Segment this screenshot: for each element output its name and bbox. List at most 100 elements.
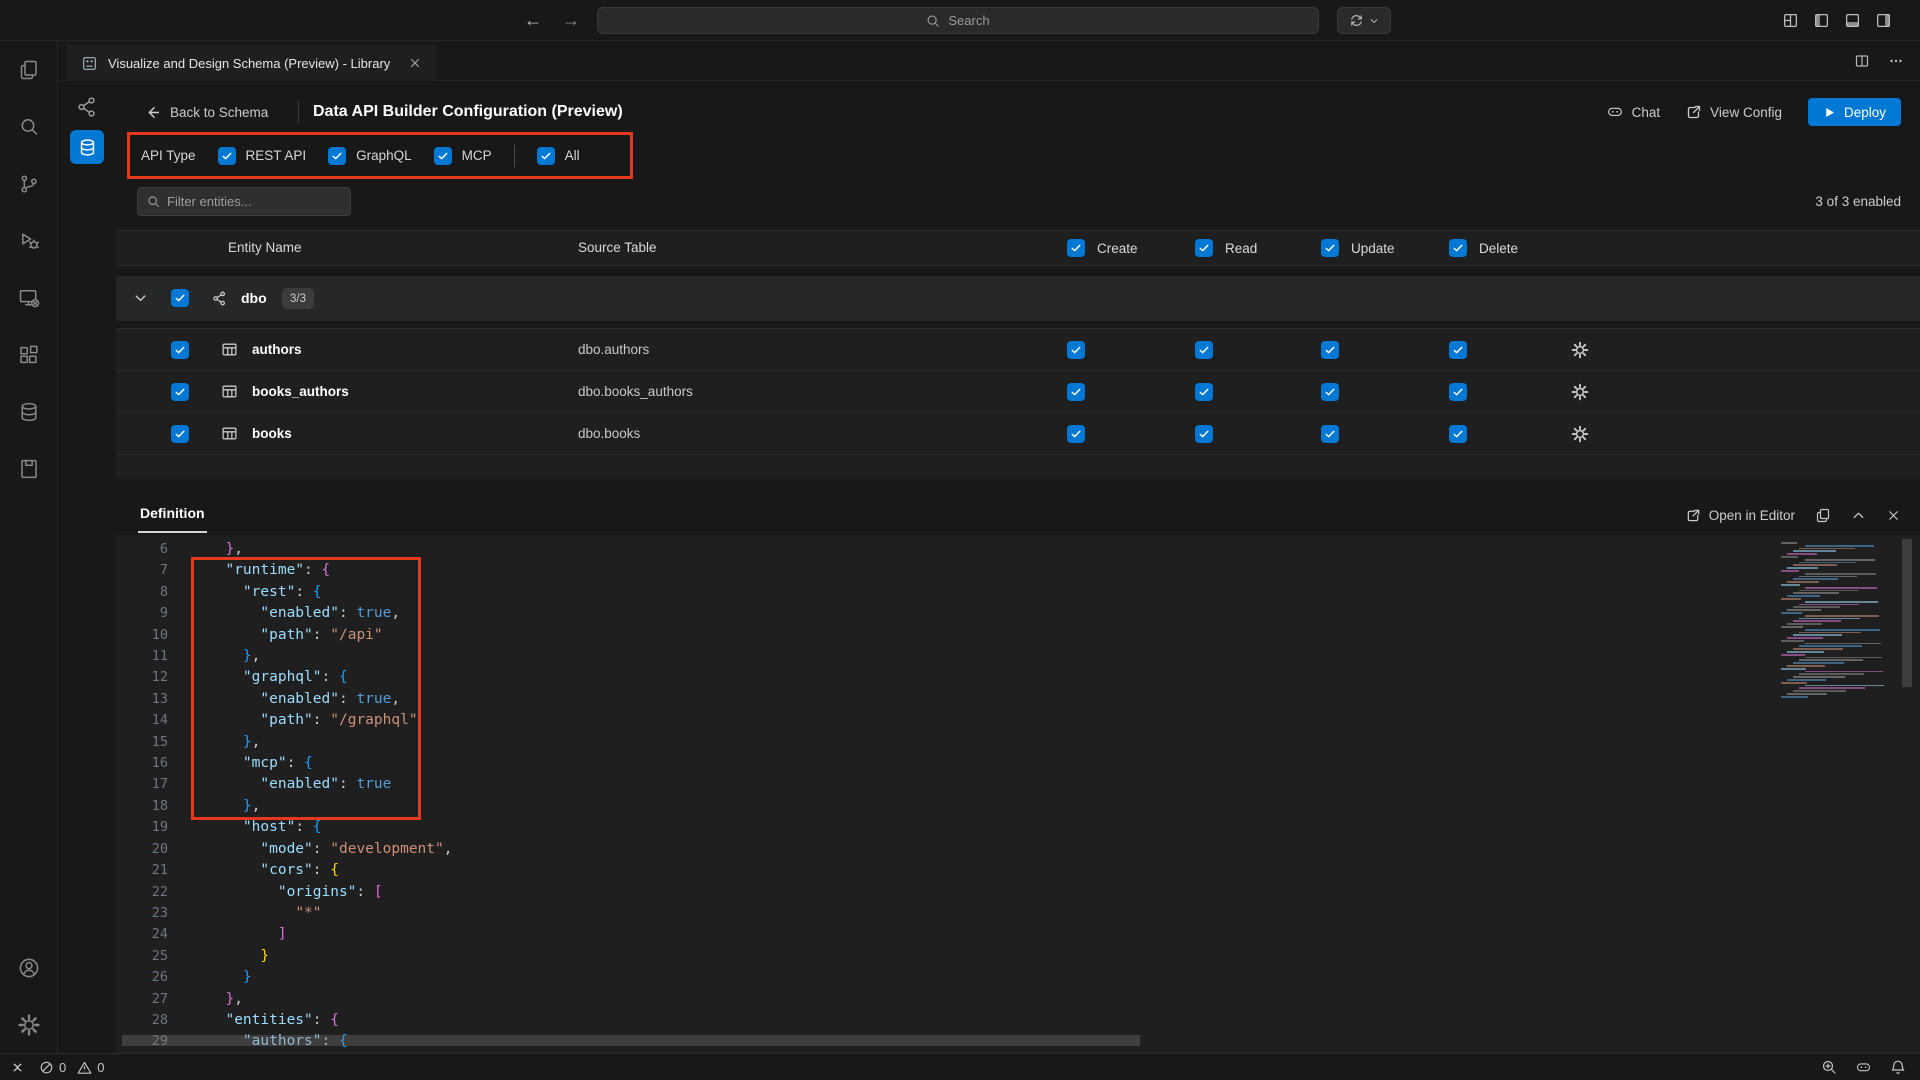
- deploy-button[interactable]: Deploy: [1808, 98, 1901, 126]
- visualize-schema-icon[interactable]: [75, 95, 99, 119]
- view-config-button[interactable]: View Config: [1686, 104, 1782, 120]
- update-column-header: Update: [1321, 231, 1395, 265]
- code-line: 25 }: [116, 946, 452, 967]
- back-to-schema-label: Back to Schema: [170, 105, 268, 120]
- group-select-checkbox[interactable]: [171, 289, 189, 307]
- database-projects-icon[interactable]: [0, 440, 57, 497]
- api-option-label: REST API: [246, 148, 307, 163]
- op-checkbox[interactable]: [1067, 341, 1085, 359]
- dab-config-icon[interactable]: [70, 130, 104, 164]
- account-icon[interactable]: [0, 939, 57, 996]
- search-icon[interactable]: [0, 98, 57, 155]
- op-checkbox[interactable]: [1321, 341, 1339, 359]
- op-checkbox[interactable]: [1449, 341, 1467, 359]
- code-line: 10 "path": "/api": [116, 625, 452, 646]
- entity-name: books: [252, 413, 292, 455]
- op-checkbox[interactable]: [1195, 425, 1213, 443]
- close-icon[interactable]: [408, 56, 422, 70]
- horizontal-scrollbar[interactable]: [122, 1035, 1140, 1046]
- op-checkbox[interactable]: [1195, 383, 1213, 401]
- row-select-checkbox[interactable]: [171, 425, 189, 443]
- delete-select-all-checkbox[interactable]: [1449, 239, 1467, 257]
- filter-entities-field[interactable]: [167, 194, 341, 209]
- line-number: 23: [116, 903, 168, 924]
- rest-api-checkbox[interactable]: [218, 147, 236, 165]
- line-number: 12: [116, 667, 168, 688]
- row-select-checkbox[interactable]: [171, 383, 189, 401]
- code-editor[interactable]: 6 },7 "runtime": {8 "rest": {9 "enabled"…: [116, 535, 1920, 1053]
- explorer-icon[interactable]: [0, 41, 57, 98]
- row-select-checkbox[interactable]: [171, 341, 189, 359]
- op-checkbox[interactable]: [1449, 425, 1467, 443]
- search-icon: [926, 14, 940, 28]
- all-checkbox[interactable]: [537, 147, 555, 165]
- open-in-editor-button[interactable]: Open in Editor: [1686, 508, 1795, 523]
- database-icon[interactable]: [0, 383, 57, 440]
- remote-icon[interactable]: [10, 1060, 25, 1075]
- extensions-icon[interactable]: [0, 326, 57, 383]
- chat-button[interactable]: Chat: [1606, 103, 1661, 121]
- session-sync-icon: [1349, 13, 1364, 28]
- code-text: },: [168, 989, 243, 1010]
- read-select-all-checkbox[interactable]: [1195, 239, 1213, 257]
- code-text: "mode": "development",: [168, 839, 452, 860]
- group-count-badge: 3/3: [282, 288, 314, 309]
- view-config-label: View Config: [1710, 105, 1782, 120]
- chevron-up-icon[interactable]: [1851, 508, 1866, 523]
- op-checkbox[interactable]: [1449, 383, 1467, 401]
- customize-layout-icon[interactable]: [1782, 12, 1799, 29]
- op-checkbox[interactable]: [1321, 425, 1339, 443]
- schema-group-row[interactable]: dbo 3/3: [116, 276, 1920, 321]
- status-bar: 0 0: [0, 1053, 1920, 1080]
- header-actions: Chat View Config Deploy: [1606, 91, 1901, 133]
- code-text: },: [168, 732, 260, 753]
- back-to-schema-button[interactable]: Back to Schema: [144, 91, 268, 133]
- search-box[interactable]: Search: [597, 7, 1319, 34]
- forward-arrow-icon[interactable]: →: [562, 10, 580, 31]
- warning-count: 0: [97, 1060, 104, 1075]
- toggle-panel-icon[interactable]: [1844, 12, 1861, 29]
- split-editor-icon[interactable]: [1854, 53, 1870, 69]
- settings-icon[interactable]: [0, 996, 57, 1053]
- code-text: "enabled": true: [168, 774, 391, 795]
- gear-icon[interactable]: [1571, 341, 1589, 359]
- bell-icon[interactable]: [1890, 1059, 1906, 1075]
- gear-icon[interactable]: [1571, 383, 1589, 401]
- minimap[interactable]: [1781, 542, 1899, 699]
- api-option-label: MCP: [462, 148, 492, 163]
- vertical-scrollbar[interactable]: [1902, 539, 1912, 687]
- create-select-all-checkbox[interactable]: [1067, 239, 1085, 257]
- remote-explorer-icon[interactable]: [0, 269, 57, 326]
- mcp-checkbox[interactable]: [434, 147, 452, 165]
- table-row: books_authorsdbo.books_authors: [116, 371, 1920, 413]
- table-icon: [221, 341, 238, 358]
- op-checkbox[interactable]: [1195, 341, 1213, 359]
- api-option-label: GraphQL: [356, 148, 412, 163]
- graphql-checkbox[interactable]: [328, 147, 346, 165]
- filter-entities-input[interactable]: [137, 187, 351, 216]
- run-debug-icon[interactable]: [0, 212, 57, 269]
- definition-tab[interactable]: Definition: [138, 495, 207, 533]
- op-checkbox[interactable]: [1067, 425, 1085, 443]
- copy-icon[interactable]: [1815, 507, 1831, 523]
- activity-bar-top: [0, 41, 57, 497]
- code-text: },: [168, 796, 260, 817]
- toggle-secondary-sidebar-icon[interactable]: [1875, 12, 1892, 29]
- chevron-down-icon[interactable]: [133, 291, 148, 306]
- gear-icon[interactable]: [1571, 425, 1589, 443]
- back-arrow-icon[interactable]: ←: [524, 10, 542, 31]
- copilot-icon[interactable]: [1855, 1059, 1872, 1076]
- more-actions-icon[interactable]: [1888, 53, 1904, 69]
- toggle-primary-sidebar-icon[interactable]: [1813, 12, 1830, 29]
- zoom-icon[interactable]: [1821, 1059, 1837, 1075]
- op-checkbox[interactable]: [1067, 383, 1085, 401]
- table-row: authorsdbo.authors: [116, 329, 1920, 371]
- update-select-all-checkbox[interactable]: [1321, 239, 1339, 257]
- source-control-icon[interactable]: [0, 155, 57, 212]
- problems-indicator[interactable]: 0 0: [39, 1060, 104, 1075]
- tab-visualize-schema[interactable]: Visualize and Design Schema (Preview) - …: [67, 45, 436, 81]
- entity-name: authors: [252, 329, 302, 371]
- close-icon[interactable]: [1886, 508, 1901, 523]
- session-control[interactable]: [1337, 7, 1391, 34]
- op-checkbox[interactable]: [1321, 383, 1339, 401]
